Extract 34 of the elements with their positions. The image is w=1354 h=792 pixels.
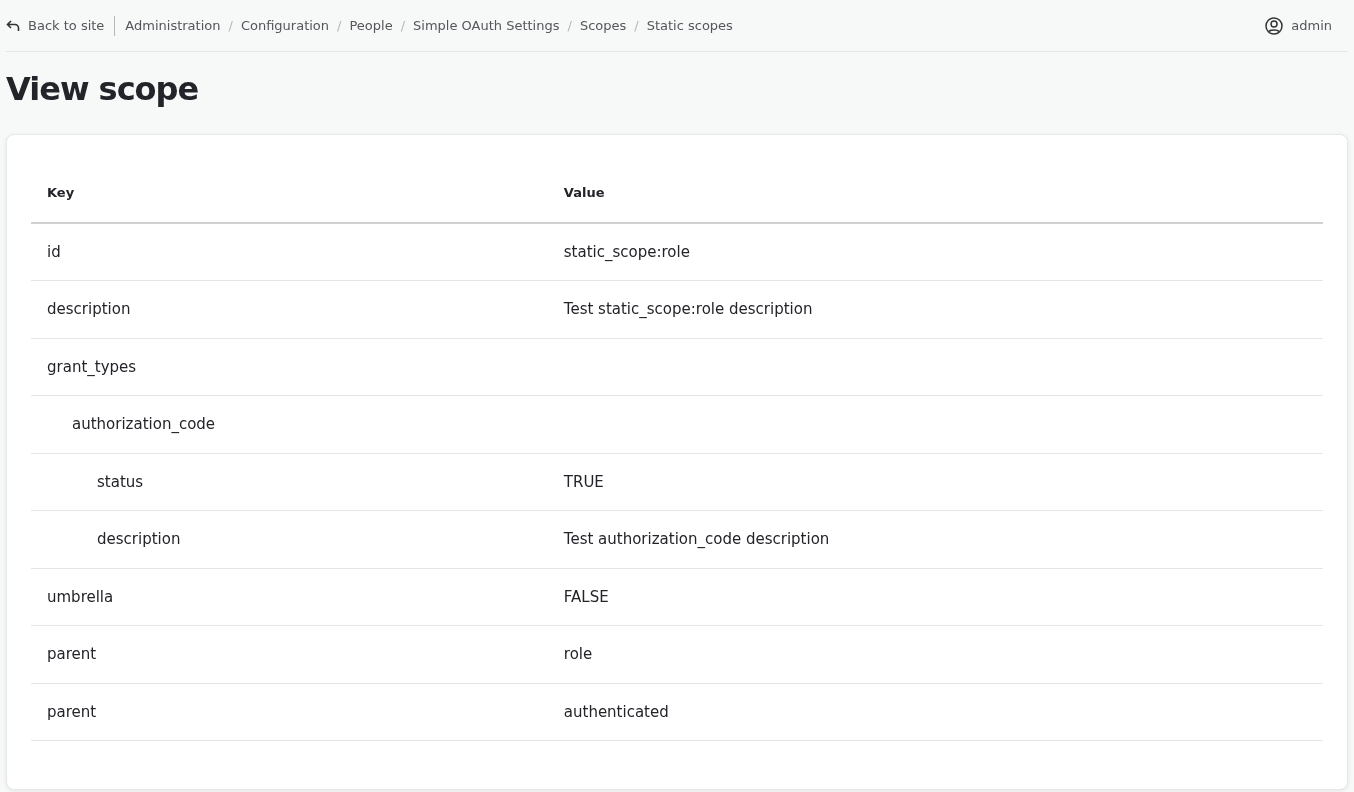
breadcrumb-link[interactable]: Scopes xyxy=(579,15,627,36)
breadcrumb-link[interactable]: Simple OAuth Settings xyxy=(413,15,560,36)
key-cell: parent xyxy=(31,683,548,741)
value-cell: TRUE xyxy=(547,453,1323,511)
breadcrumb-separator: / xyxy=(634,16,639,35)
value-cell: authenticated xyxy=(547,683,1323,741)
breadcrumb-link[interactable]: People xyxy=(349,15,393,36)
page-title: View scope xyxy=(6,70,200,109)
key-cell: grant_types xyxy=(31,338,548,396)
column-header: Key xyxy=(31,159,548,223)
breadcrumb-separator: / xyxy=(228,16,233,35)
key-cell: umbrella xyxy=(31,568,548,626)
breadcrumb-link[interactable]: Configuration xyxy=(240,15,330,36)
key-cell: status xyxy=(31,453,548,511)
key-cell: id xyxy=(31,222,548,281)
value-cell: Test static_scope:role description xyxy=(547,280,1323,339)
key-cell: parent xyxy=(31,625,548,684)
back-link[interactable]: Back to site xyxy=(6,15,105,36)
breadcrumb-link[interactable]: Static scopes xyxy=(646,15,733,36)
back-arrow-icon xyxy=(6,18,20,33)
breadcrumb-link[interactable]: Administration xyxy=(125,15,221,36)
user-icon xyxy=(1265,16,1284,35)
breadcrumb-separator: / xyxy=(567,16,572,35)
breadcrumb-separator: / xyxy=(337,16,342,35)
user-menu-link[interactable]: admin xyxy=(1291,15,1332,36)
key-cell: description xyxy=(31,280,548,339)
key-cell: authorization_code xyxy=(31,395,548,454)
key-cell: description xyxy=(31,510,548,569)
breadcrumb-separator: / xyxy=(400,16,406,35)
value-cell: role xyxy=(547,625,1323,684)
value-cell: static_scope:role xyxy=(547,222,1323,281)
value-cell: FALSE xyxy=(547,568,1323,626)
value-cell: Test authorization_code description xyxy=(547,510,1323,569)
column-header: Value xyxy=(547,159,1323,223)
